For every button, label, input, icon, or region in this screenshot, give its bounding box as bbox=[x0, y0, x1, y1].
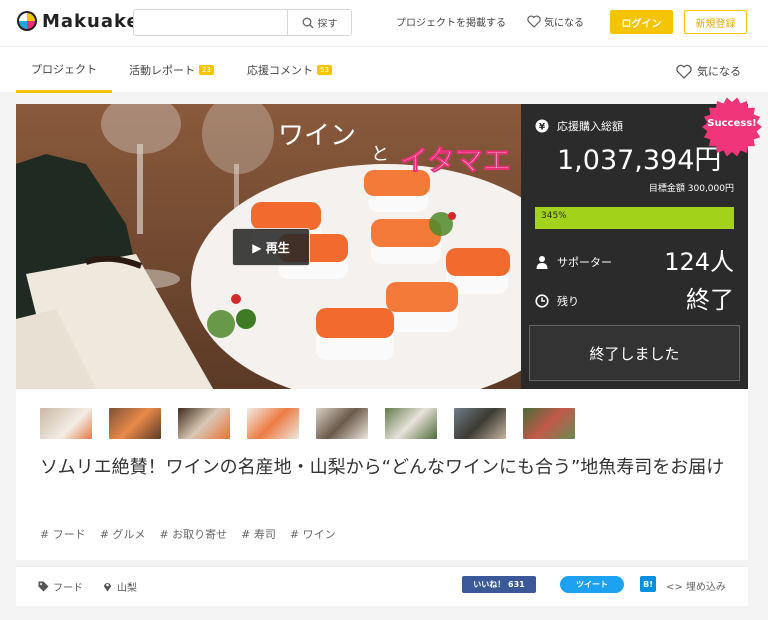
yen-icon: ¥ bbox=[535, 119, 549, 133]
supporters-label: サポーター bbox=[535, 254, 612, 270]
favorite-button[interactable]: 気になる bbox=[676, 63, 741, 79]
site-header: Makuake 探す プロジェクトを掲載する 気になる ログイン 新規登録 bbox=[0, 0, 768, 46]
logo-text: Makuake bbox=[42, 10, 140, 32]
thumbnail[interactable] bbox=[40, 408, 92, 439]
progress-percent: 345% bbox=[541, 211, 567, 221]
logo[interactable]: Makuake bbox=[16, 10, 140, 32]
ended-button[interactable]: 終了しました bbox=[529, 325, 740, 381]
hero-video[interactable]: ワイン と イタマエ ▶ 再生 bbox=[16, 104, 521, 389]
tag-link[interactable]: # ワイン bbox=[290, 526, 336, 542]
tag-link[interactable]: # お取り寄せ bbox=[159, 526, 227, 542]
tag-link[interactable]: # グルメ bbox=[100, 526, 146, 542]
embed-link[interactable]: <> 埋め込み bbox=[666, 578, 726, 593]
goal-amount: 目標金額 300,000円 bbox=[648, 184, 734, 194]
thumbnail-strip bbox=[40, 408, 592, 439]
category-label: フード bbox=[53, 583, 83, 594]
svg-text:¥: ¥ bbox=[539, 123, 546, 133]
search-button[interactable]: 探す bbox=[287, 10, 351, 35]
search-icon bbox=[302, 17, 313, 28]
thumbnail[interactable] bbox=[454, 408, 506, 439]
thumbnail[interactable] bbox=[523, 408, 575, 439]
tag-link[interactable]: # フード bbox=[40, 526, 86, 542]
hatena-bookmark-button[interactable]: B! bbox=[640, 576, 656, 592]
remaining-value: 終了 bbox=[686, 286, 734, 314]
play-button[interactable]: ▶ 再生 bbox=[232, 228, 310, 266]
count-badge: 53 bbox=[317, 65, 332, 75]
supporters-label-text: サポーター bbox=[557, 256, 612, 269]
clock-icon bbox=[535, 294, 549, 308]
location-pin-icon bbox=[104, 583, 111, 592]
hero-caption-1: ワイン bbox=[278, 121, 356, 151]
favorites-link[interactable]: 気になる bbox=[527, 14, 584, 29]
amount-label-text: 応援購入総額 bbox=[557, 120, 623, 133]
post-project-label: プロジェクトを掲載する bbox=[396, 18, 506, 29]
hero-caption-2: と bbox=[371, 144, 389, 165]
tab-activity-report[interactable]: 活動レポート 23 bbox=[129, 47, 214, 93]
project-tabs: プロジェクト 活動レポート 23 応援コメント 53 気になる bbox=[0, 46, 768, 93]
facebook-like-button[interactable]: いいね！ 631 bbox=[462, 576, 536, 593]
thumbnail[interactable] bbox=[247, 408, 299, 439]
project-card: ワイン と イタマエ ▶ 再生 ¥ 応援購入総額 1,037,394円 目標金額… bbox=[16, 104, 748, 560]
count-badge: 23 bbox=[199, 65, 214, 75]
tag-link[interactable]: # 寿司 bbox=[241, 526, 276, 542]
success-badge: Success! bbox=[701, 96, 763, 158]
supporters-count: 124人 bbox=[664, 248, 734, 276]
login-button[interactable]: ログイン bbox=[610, 10, 673, 34]
hero-caption-3: イタマエ bbox=[400, 144, 511, 177]
favorites-label: 気になる bbox=[544, 18, 584, 29]
location-label: 山梨 bbox=[117, 583, 137, 594]
search-input[interactable] bbox=[138, 12, 286, 33]
favorite-label: 気になる bbox=[697, 65, 741, 78]
tweet-button[interactable]: ツイート bbox=[560, 576, 624, 593]
tab-comments[interactable]: 応援コメント 53 bbox=[247, 47, 332, 93]
tag-icon bbox=[38, 581, 49, 592]
progress-bar: 345% bbox=[535, 207, 734, 229]
thumbnail[interactable] bbox=[109, 408, 161, 439]
project-title: ソムリエ絶賛！ワインの名産地・山梨から“どんなワインにも合う”地魚寿司をお届け bbox=[40, 457, 725, 478]
person-icon bbox=[536, 256, 548, 269]
register-button[interactable]: 新規登録 bbox=[684, 10, 747, 34]
remaining-label: 残り bbox=[535, 293, 579, 309]
amount-label: ¥ 応援購入総額 bbox=[535, 118, 623, 134]
thumbnail[interactable] bbox=[385, 408, 437, 439]
logo-icon bbox=[16, 10, 38, 32]
search-button-label: 探す bbox=[317, 19, 338, 30]
share-bar: フード 山梨 いいね！ 631 ツイート B! <> 埋め込み bbox=[16, 566, 748, 606]
post-project-link[interactable]: プロジェクトを掲載する bbox=[396, 14, 506, 29]
tab-project[interactable]: プロジェクト bbox=[16, 47, 112, 93]
tab-project-label: プロジェクト bbox=[31, 62, 97, 76]
thumbnail[interactable] bbox=[316, 408, 368, 439]
remaining-label-text: 残り bbox=[557, 295, 579, 308]
location-link[interactable]: 山梨 bbox=[102, 579, 137, 594]
success-badge-label: Success! bbox=[707, 118, 757, 129]
heart-icon bbox=[527, 15, 541, 28]
tab-comments-label: 応援コメント bbox=[247, 64, 313, 77]
tab-activity-report-label: 活動レポート bbox=[129, 64, 195, 77]
category-link[interactable]: フード bbox=[38, 579, 83, 594]
tag-list: # フード # グルメ # お取り寄せ # 寿司 # ワイン bbox=[40, 526, 350, 542]
heart-icon bbox=[676, 64, 692, 79]
thumbnail[interactable] bbox=[178, 408, 230, 439]
search-box: 探す bbox=[133, 9, 352, 36]
funding-amount: 1,037,394円 bbox=[557, 145, 722, 176]
